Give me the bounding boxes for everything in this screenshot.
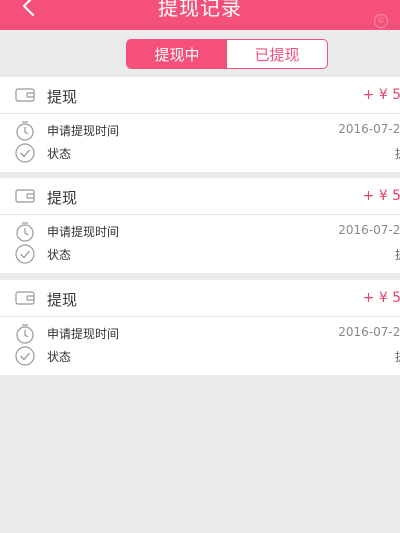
time-value: 2016-07-20: [338, 122, 400, 136]
record-card[interactable]: 提现 + ¥ 50 申请提现时间 2016-07-20 状态 提: [0, 77, 400, 172]
stopwatch-icon: [16, 222, 34, 242]
page-title: 提现记录: [158, 0, 242, 20]
status-value: 提: [395, 246, 400, 263]
tab-pending[interactable]: 提现中: [127, 40, 227, 68]
record-card[interactable]: 提现 + ¥ 50 申请提现时间 2016-07-20 状态 提: [0, 280, 400, 375]
wallet-icon: [15, 291, 35, 305]
record-amount: + ¥ 50: [362, 188, 400, 204]
stopwatch-icon: [16, 121, 34, 141]
tab-completed[interactable]: 已提现: [227, 40, 327, 68]
record-amount: + ¥ 50: [362, 87, 400, 103]
record-amount: + ¥ 50: [362, 290, 400, 306]
record-type-label: 提现: [47, 88, 78, 106]
time-label: 申请提现时间: [47, 327, 120, 341]
check-circle-icon: [15, 244, 35, 264]
wallet-icon: [15, 88, 35, 102]
wallet-icon: [15, 189, 35, 203]
time-value: 2016-07-20: [338, 325, 400, 339]
status-value: 提: [395, 145, 400, 162]
record-type-label: 提现: [47, 291, 78, 309]
time-label: 申请提现时间: [47, 225, 120, 239]
check-circle-icon: [15, 346, 35, 366]
status-value: 提: [395, 348, 400, 365]
time-value: 2016-07-20: [338, 223, 400, 237]
time-label: 申请提现时间: [47, 124, 120, 138]
record-type-label: 提现: [47, 189, 78, 207]
status-label: 状态: [47, 248, 72, 262]
record-card[interactable]: 提现 + ¥ 50 申请提现时间 2016-07-20 状态 提: [0, 178, 400, 273]
status-label: 状态: [47, 147, 72, 161]
header-bar: 提现记录 ©: [0, 0, 400, 30]
watermark-icon: ©: [374, 14, 388, 28]
status-label: 状态: [47, 350, 72, 364]
tab-switcher: 提现中 已提现: [126, 39, 328, 69]
stopwatch-icon: [16, 324, 34, 344]
check-circle-icon: [15, 143, 35, 163]
